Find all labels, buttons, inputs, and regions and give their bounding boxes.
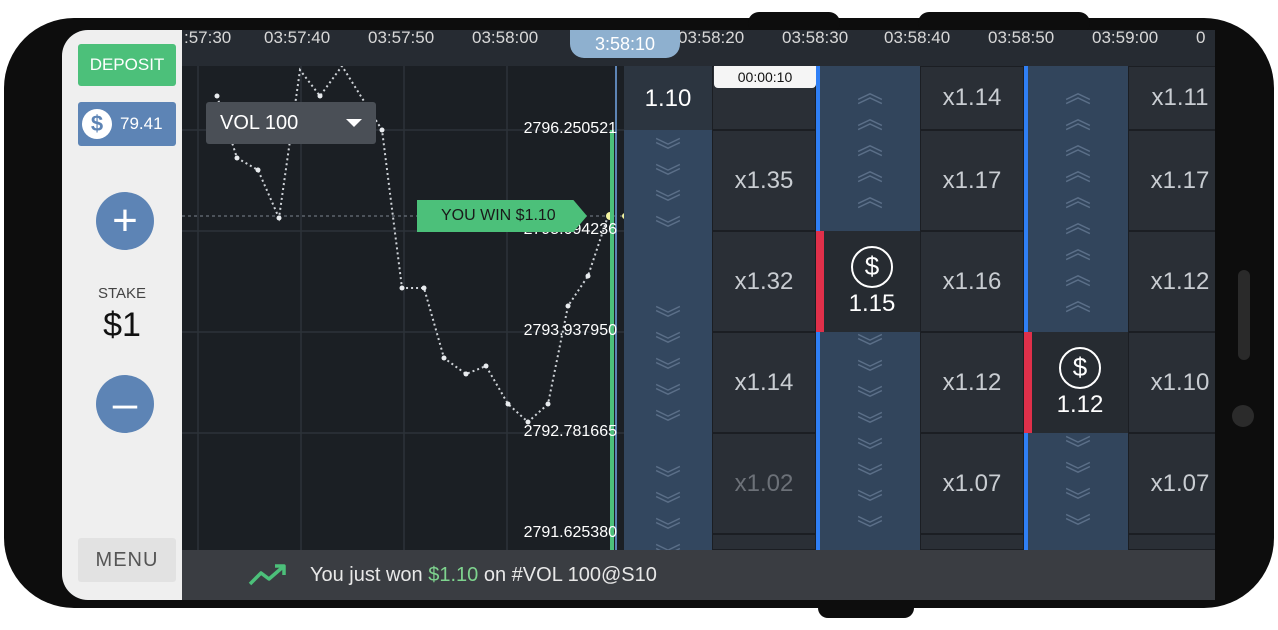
win-message: You just won $1.10 on #VOL 100@S10 [310,564,657,587]
up-chevrons-icon: ︽ ︽ ︽ ︽ ︽ [856,78,883,212]
stake-label: STAKE [97,285,147,302]
caret-down-icon [346,119,362,127]
bet-marker[interactable]: $ 1.12 [1032,332,1128,433]
multiplier-cell[interactable]: x1.32 [712,231,816,332]
phone-camera [1232,405,1254,427]
increase-stake-button[interactable]: + [96,192,154,250]
countdown-timer: 00:00:10 [714,66,816,88]
multiplier-cell[interactable]: x1.07 [1128,433,1215,534]
down-chevrons-icon: ︾︾︾︾ [654,136,681,244]
time-tick: 0 [1196,30,1206,47]
multiplier-cell[interactable] [712,534,816,550]
time-tick: 03:58:40 [884,30,951,47]
deposit-button[interactable]: DEPOSIT [78,44,176,86]
balance-value: 79.41 [120,114,163,133]
now-line [610,130,614,550]
price-label: 2793.937950 [523,322,617,339]
time-tick: :57:30 [184,30,232,47]
up-chevrons-icon: ︽ ︽ ︽ ︽ ︽ ︽ ︽ ︽ ︽ [1064,78,1091,316]
current-time-badge: 3:58:10 [570,30,680,58]
price-chart[interactable]: :57:30 03:57:40 03:57:50 03:58:00 03:58:… [182,30,1215,570]
win-notification-bar: You just won $1.10 on #VOL 100@S10 [182,550,1215,600]
multiplier-cell[interactable]: x1.35 [712,130,816,231]
instrument-select[interactable]: VOL 100 [206,102,376,144]
win-message-amount: $1.10 [428,563,479,586]
bet-grid: ︾︾︾︾ ︾︾︾︾︾ ︾︾︾︾ 1.10 x1.35 x1.32 x1.14 x… [624,66,1215,570]
bet-marker[interactable]: 1.10 [624,66,712,130]
multiplier-cell[interactable] [1128,534,1215,550]
phone-notch-bottom [818,598,914,618]
bet-amount: 1.12 [1056,390,1104,418]
time-tick: 03:58:20 [678,30,745,47]
multiplier-cell[interactable]: x1.12 [920,332,1024,433]
multiplier-cell[interactable]: x1.16 [920,231,1024,332]
stake-value: $1 [103,306,141,344]
time-tick: 03:58:50 [988,30,1055,47]
instrument-select-label: VOL 100 [220,111,299,134]
plus-icon: + [112,196,138,245]
multiplier-cell[interactable]: x1.07 [920,433,1024,534]
multiplier-cell[interactable]: x1.14 [712,332,816,433]
minus-icon: – [112,379,138,428]
multiplier-cell[interactable]: x1.02 [712,433,816,534]
dollar-icon: $ [1059,346,1101,389]
time-tick: 03:58:30 [782,30,849,47]
menu-button[interactable]: MENU [78,538,176,582]
price-label: 2791.625380 [523,524,617,541]
win-message-prefix: You just won [310,563,423,586]
price-label: 2792.781665 [523,423,617,440]
loss-marker [1024,332,1032,433]
multiplier-cell[interactable]: x1.14 [920,66,1024,130]
sidebar: DEPOSIT $ 79.41 + STAKE $1 – MENU [62,30,182,600]
bet-amount: 1.15 [848,289,896,317]
multiplier-cell[interactable]: x1.10 [1128,332,1215,433]
multiplier-cell[interactable]: x1.11 [1128,66,1215,130]
decrease-stake-button[interactable]: – [96,375,154,433]
win-message-suffix: on #VOL 100@S10 [483,563,657,586]
time-tick: 03:57:50 [368,30,435,47]
win-tag: YOU WIN $1.10 [417,200,587,232]
down-chevrons-icon: ︾︾︾︾ [1064,434,1091,542]
multiplier-cell[interactable]: x1.17 [1128,130,1215,231]
time-tick: 03:59:00 [1092,30,1159,47]
dollar-icon: $ [851,245,893,288]
bet-marker[interactable]: $ 1.15 [824,231,920,332]
loss-marker [816,231,824,332]
balance-badge[interactable]: $ 79.41 [78,102,176,146]
trending-up-icon [248,564,286,586]
down-chevrons-icon: ︾ ︾ ︾ ︾ ︾ [654,304,681,438]
time-tick: 03:58:00 [472,30,539,47]
phone-side-button [1238,270,1250,360]
multiplier-cell[interactable]: x1.12 [1128,231,1215,332]
time-tick: 03:57:40 [264,30,331,47]
price-label: 2796.250521 [523,120,617,137]
multiplier-cell[interactable]: x1.17 [920,130,1024,231]
down-chevrons-icon: ︾ ︾ ︾ ︾ ︾ ︾ ︾ ︾ [856,332,883,544]
dollar-icon: $ [82,109,112,139]
bet-amount: 1.10 [644,85,692,112]
app-screen: DEPOSIT $ 79.41 + STAKE $1 – MENU:57:30… [62,30,1215,600]
multiplier-cell[interactable] [920,534,1024,550]
time-axis: :57:30 03:57:40 03:57:50 03:58:00 03:58:… [182,30,1215,66]
